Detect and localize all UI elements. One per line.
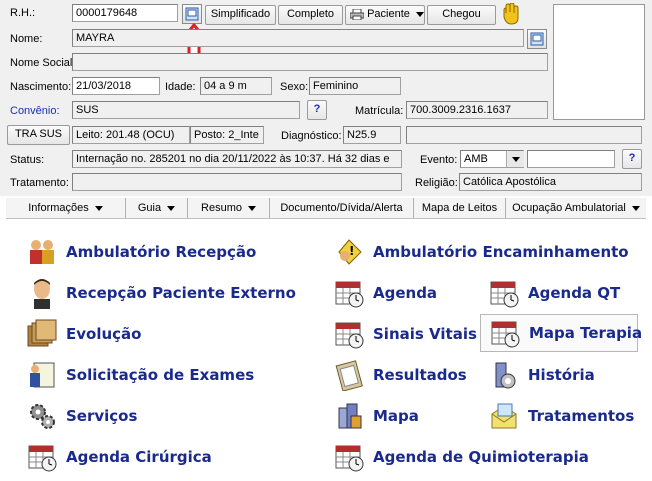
nome-social-field	[72, 53, 548, 71]
tab-resumo[interactable]: Resumo	[188, 198, 270, 218]
person-face-icon	[34, 279, 50, 309]
tab-informacoes[interactable]: Informações	[6, 198, 126, 218]
rh-label: R.H.:	[10, 7, 36, 19]
chevron-down-icon	[631, 205, 640, 211]
tab-bar: Informações Guia Resumo Documento/Dívida…	[6, 198, 646, 219]
nome-detail-button[interactable]	[527, 29, 547, 49]
calendar-clock-icon	[489, 317, 521, 349]
simplificado-button[interactable]: Simplificado	[205, 5, 276, 25]
sexo-field: Feminino	[309, 77, 401, 95]
evento-help-button[interactable]: ?	[622, 149, 642, 169]
matricula-label: Matrícula:	[355, 105, 404, 117]
menu-tratamentos[interactable]: Tratamentos	[488, 398, 634, 434]
convenio-link[interactable]: Convênio:	[10, 105, 60, 117]
search-patient-button[interactable]	[182, 4, 202, 24]
matricula-field: 700.3009.2316.1637	[406, 101, 548, 119]
tratamento-field	[72, 173, 402, 191]
nome-label: Nome:	[10, 33, 43, 45]
calendar-clock-icon	[333, 318, 365, 350]
evento-label: Evento:	[420, 154, 458, 166]
diagnostico-label: Diagnóstico:	[281, 130, 342, 142]
chevron-down-icon	[247, 205, 256, 211]
tratamento-label: Tratamento:	[10, 177, 69, 189]
status-field: Internação no. 285201 no dia 20/11/2022 …	[72, 150, 402, 168]
clipboard-icon	[335, 360, 363, 391]
gears-icon	[30, 404, 55, 429]
posto-field: Posto: 2_Inte	[190, 126, 264, 144]
diagnostico-field: N25.9	[343, 126, 401, 144]
menu-agenda[interactable]: Agenda	[333, 275, 437, 311]
idade-field: 04 a 9 m	[200, 77, 272, 95]
menu-sinais-vitais[interactable]: Sinais Vitais	[333, 316, 477, 352]
menu-solicitacao-exames[interactable]: Solicitação de Exames	[26, 357, 254, 393]
tab-documento-divida-alerta[interactable]: Documento/Dívida/Alerta	[270, 198, 414, 218]
calendar-clock-icon	[26, 441, 58, 473]
calendar-clock-icon	[333, 277, 365, 309]
evento-dropdown-arrow[interactable]	[506, 151, 524, 167]
folders-icon	[27, 319, 57, 347]
patient-photo	[553, 4, 645, 120]
menu-agenda-qt[interactable]: Agenda QT	[488, 275, 620, 311]
tab-ocupacao-ambulatorial[interactable]: Ocupação Ambulatorial	[506, 198, 646, 218]
nome-field: MAYRA	[72, 29, 524, 47]
chevron-down-icon	[511, 156, 520, 162]
menu-agenda-cirurgica[interactable]: Agenda Cirúrgica	[26, 439, 212, 475]
convenio-field: SUS	[72, 101, 300, 119]
religiao-field: Católica Apostólica	[459, 173, 642, 191]
menu-mapa-terapia[interactable]: Mapa Terapia	[480, 314, 642, 352]
evento-text-field[interactable]	[527, 150, 615, 168]
tab-mapa-de-leitos[interactable]: Mapa de Leitos	[414, 198, 506, 218]
leito-field: Leito: 201.48 (OCU)	[72, 126, 190, 144]
chegou-button[interactable]: Chegou	[427, 5, 496, 25]
printer-icon	[349, 8, 365, 21]
card-icon	[530, 32, 544, 46]
religiao-label: Religião:	[415, 177, 458, 189]
menu-servicos[interactable]: Serviços	[26, 398, 137, 434]
diagnostico-description-field	[406, 126, 642, 144]
tab-guia[interactable]: Guia	[126, 198, 188, 218]
rh-input[interactable]: 0000179648	[72, 4, 178, 22]
idade-label: Idade:	[165, 81, 196, 93]
chevron-down-icon	[167, 205, 176, 211]
people-group-icon	[30, 240, 54, 264]
sexo-label: Sexo:	[280, 81, 309, 93]
menu-recepcao-paciente-externo[interactable]: Recepção Paciente Externo	[26, 275, 296, 311]
building-icon	[338, 403, 362, 429]
nome-social-label: Nome Social:	[10, 57, 76, 69]
menu-evolucao[interactable]: Evolução	[26, 316, 141, 352]
calendar-clock-icon	[488, 277, 520, 309]
chevron-down-icon	[415, 11, 424, 17]
envelope-icon	[491, 403, 517, 429]
menu-resultados[interactable]: Resultados	[333, 357, 467, 393]
paciente-label: Paciente	[367, 8, 410, 20]
convenio-help-button[interactable]: ?	[307, 100, 327, 120]
menu-mapa[interactable]: Mapa	[333, 398, 419, 434]
calendar-clock-icon	[333, 441, 365, 473]
hand-icon[interactable]	[500, 2, 522, 25]
nascimento-label: Nascimento:	[10, 81, 72, 93]
chevron-down-icon	[94, 205, 103, 211]
status-label: Status:	[10, 154, 45, 166]
nascimento-field[interactable]: 21/03/2018	[72, 77, 160, 95]
history-icon	[495, 362, 516, 389]
lab-request-icon	[30, 362, 55, 388]
completo-button[interactable]: Completo	[278, 5, 343, 25]
search-icon	[185, 7, 199, 21]
tra-sus-button[interactable]: TRA SUS	[7, 125, 70, 145]
referral-icon: !	[338, 239, 362, 265]
menu-ambulatorio-encaminhamento[interactable]: ! Ambulatório Encaminhamento	[333, 234, 629, 270]
evento-value: AMB	[464, 153, 488, 165]
svg-text:!: !	[349, 244, 354, 258]
menu-agenda-quimioterapia[interactable]: Agenda de Quimioterapia	[333, 439, 589, 475]
paciente-dropdown-button[interactable]: Paciente	[345, 5, 425, 25]
menu-ambulatorio-recepcao[interactable]: Ambulatório Recepção	[26, 234, 256, 270]
menu-historia[interactable]: História	[488, 357, 595, 393]
